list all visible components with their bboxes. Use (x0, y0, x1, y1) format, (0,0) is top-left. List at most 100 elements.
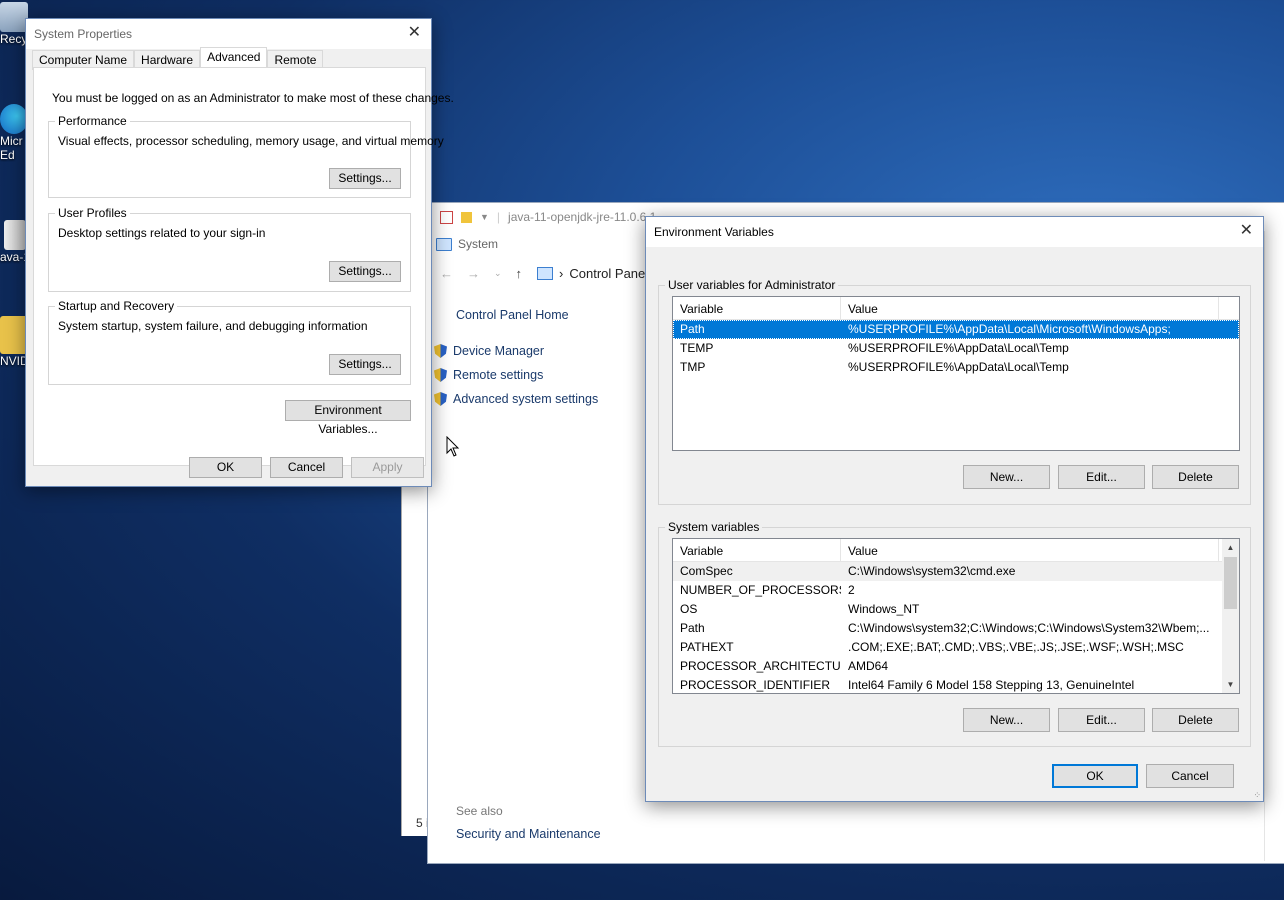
scroll-down-icon[interactable]: ▼ (1222, 676, 1239, 693)
navigation-bar: ← → ⌄ ↑ › Control Panel (440, 265, 649, 282)
ok-button[interactable]: OK (189, 457, 262, 478)
mouse-cursor-icon (446, 436, 460, 457)
scroll-up-icon[interactable]: ▲ (1222, 539, 1239, 556)
variable-name-cell: Path (680, 322, 705, 336)
startup-recovery-description: System startup, system failure, and debu… (58, 319, 368, 333)
close-icon[interactable]: ✕ (408, 25, 421, 41)
back-arrow-icon[interactable]: ← (440, 266, 453, 281)
performance-legend: Performance (55, 114, 130, 128)
system-variables-list[interactable]: Variable Value ComSpec C:\Windows\system3… (672, 538, 1240, 694)
user-profiles-settings-button[interactable]: Settings... (329, 261, 401, 282)
system-delete-button[interactable]: Delete (1152, 708, 1239, 732)
list-header: Variable Value (673, 297, 1239, 320)
system-new-button[interactable]: New... (963, 708, 1050, 732)
variable-value-cell: %USERPROFILE%\AppData\Local\Microsoft\Wi… (848, 322, 1171, 336)
variable-name-cell: PROCESSOR_ARCHITECTURE (680, 659, 841, 673)
resize-grip-icon[interactable]: ⁘ (1253, 790, 1261, 801)
variable-value-cell: .COM;.EXE;.BAT;.CMD;.VBS;.VBE;.JS;.JSE;.… (848, 640, 1184, 654)
table-row[interactable]: PROCESSOR_ARCHITECTURE AMD64 (673, 657, 1239, 676)
user-delete-button[interactable]: Delete (1152, 465, 1239, 489)
folder-icon (0, 316, 28, 354)
shield-icon (434, 344, 447, 358)
right-edge-border (1264, 231, 1284, 861)
column-header-variable[interactable]: Variable (673, 297, 841, 319)
apply-button[interactable]: Apply (351, 457, 424, 478)
system-label: System (458, 237, 499, 251)
advanced-tab-pane: You must be logged on as an Administrato… (33, 67, 454, 466)
variable-value-cell: Windows_NT (848, 602, 920, 616)
table-row[interactable]: PATHEXT .COM;.EXE;.BAT;.CMD;.VBS;.VBE;.JS… (673, 638, 1239, 657)
shield-icon (434, 368, 447, 382)
control-panel-home-link[interactable]: Control Panel Home (456, 308, 569, 322)
variable-name-cell: OS (680, 602, 698, 616)
performance-description: Visual effects, processor scheduling, me… (58, 134, 444, 148)
remote-settings-link[interactable]: Remote settings (434, 368, 543, 382)
dialog-title: System Properties (34, 27, 133, 41)
variable-value-cell: C:\Windows\system32\cmd.exe (848, 564, 1016, 578)
system-header: System (436, 237, 498, 251)
device-manager-link[interactable]: Device Manager (434, 344, 544, 358)
table-row[interactable]: PROCESSOR_IDENTIFIER Intel64 Family 6 Mod… (673, 676, 1239, 693)
properties-icon[interactable] (440, 210, 453, 224)
user-variables-legend: User variables for Administrator (665, 278, 839, 292)
cancel-button[interactable]: Cancel (1146, 764, 1234, 788)
control-panel-icon (537, 267, 554, 280)
user-profiles-group: User Profiles Desktop settings related t… (48, 206, 411, 292)
advanced-system-settings-link[interactable]: Advanced system settings (434, 392, 598, 406)
dialog-title: Environment Variables (654, 225, 774, 239)
performance-group: Performance Visual effects, processor sc… (48, 114, 444, 198)
table-row[interactable]: NUMBER_OF_PROCESSORS 2 (673, 581, 1239, 600)
variable-value-cell: %USERPROFILE%\AppData\Local\Temp (848, 341, 1069, 355)
user-variables-list[interactable]: Variable Value Path %USERPROFILE%\AppData… (672, 296, 1240, 451)
table-row[interactable]: Path C:\Windows\system32;C:\Windows;C:\Wi… (673, 619, 1239, 638)
variable-value-cell: C:\Windows\system32;C:\Windows;C:\Window… (848, 621, 1210, 635)
variable-name-cell: Path (680, 621, 705, 635)
variable-value-cell: Intel64 Family 6 Model 158 Stepping 13, … (848, 678, 1135, 692)
column-header-value[interactable]: Value (841, 539, 1219, 561)
system-variables-rows: ComSpec C:\Windows\system32\cmd.exe NUMBER… (673, 562, 1239, 693)
security-maintenance-link[interactable]: Security and Maintenance (456, 827, 601, 841)
ok-button[interactable]: OK (1052, 764, 1138, 788)
scrollbar-thumb[interactable] (1224, 557, 1237, 609)
customize-toolbar-icon[interactable]: ▼ (480, 212, 489, 222)
variable-name-cell: NUMBER_OF_PROCESSORS (680, 583, 841, 597)
variable-name-cell: PATHEXT (680, 640, 734, 654)
system-properties-dialog: System Properties ✕ Computer Name Hardwa… (25, 18, 454, 487)
system-edit-button[interactable]: Edit... (1058, 708, 1145, 732)
breadcrumb[interactable]: › Control Panel (536, 265, 649, 282)
table-row[interactable]: OS Windows_NT (673, 600, 1239, 619)
user-variables-group: User variables for Administrator Variabl… (658, 278, 1251, 505)
table-row[interactable]: ComSpec C:\Windows\system32\cmd.exe (673, 562, 1239, 581)
shield-icon (434, 392, 447, 406)
forward-arrow-icon[interactable]: → (467, 266, 480, 281)
user-profiles-legend: User Profiles (55, 206, 130, 220)
performance-settings-button[interactable]: Settings... (329, 168, 401, 189)
variable-name-cell: TMP (680, 360, 706, 374)
recent-locations-icon[interactable]: ⌄ (494, 268, 502, 279)
see-also-heading: See also (456, 804, 503, 818)
user-variables-rows: Path %USERPROFILE%\AppData\Local\Microsof… (673, 320, 1239, 377)
environment-variables-dialog: Environment Variables ✕ User variables f… (645, 216, 1264, 802)
env-vars-titlebar: Environment Variables ✕ (646, 217, 1263, 247)
system-list-scrollbar[interactable]: ▲ ▼ (1222, 539, 1239, 693)
user-new-button[interactable]: New... (963, 465, 1050, 489)
table-row[interactable]: TMP %USERPROFILE%\AppData\Local\Temp (673, 358, 1239, 377)
column-header-variable[interactable]: Variable (673, 539, 841, 561)
breadcrumb-control-panel[interactable]: Control Panel (569, 266, 648, 281)
link-label: Remote settings (453, 368, 544, 382)
user-edit-button[interactable]: Edit... (1058, 465, 1145, 489)
startup-recovery-legend: Startup and Recovery (55, 299, 178, 313)
close-icon[interactable]: ✕ (1240, 223, 1253, 239)
archive-icon (4, 220, 26, 250)
cancel-button[interactable]: Cancel (270, 457, 343, 478)
startup-settings-button[interactable]: Settings... (329, 354, 401, 375)
environment-variables-button[interactable]: Environment Variables... (285, 400, 411, 436)
folder-icon[interactable] (461, 211, 472, 223)
variable-value-cell: 2 (848, 583, 855, 597)
table-row[interactable]: TEMP %USERPROFILE%\AppData\Local\Temp (673, 339, 1239, 358)
table-row[interactable]: Path %USERPROFILE%\AppData\Local\Microsof… (673, 320, 1239, 339)
column-header-value[interactable]: Value (841, 297, 1219, 319)
startup-recovery-group: Startup and Recovery System startup, sys… (48, 299, 411, 385)
breadcrumb-separator-icon: › (559, 266, 564, 281)
up-arrow-icon[interactable]: ↑ (516, 266, 523, 281)
